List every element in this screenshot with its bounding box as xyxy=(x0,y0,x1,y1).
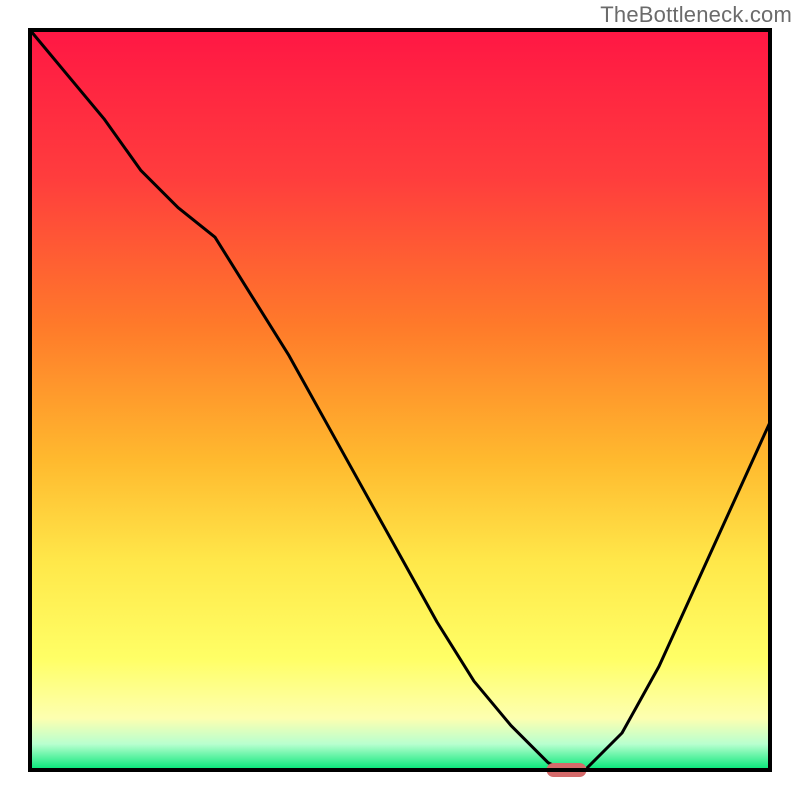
chart-svg xyxy=(0,0,800,800)
watermark-text: TheBottleneck.com xyxy=(600,2,792,28)
plot-background xyxy=(30,30,770,770)
chart-container: TheBottleneck.com xyxy=(0,0,800,800)
